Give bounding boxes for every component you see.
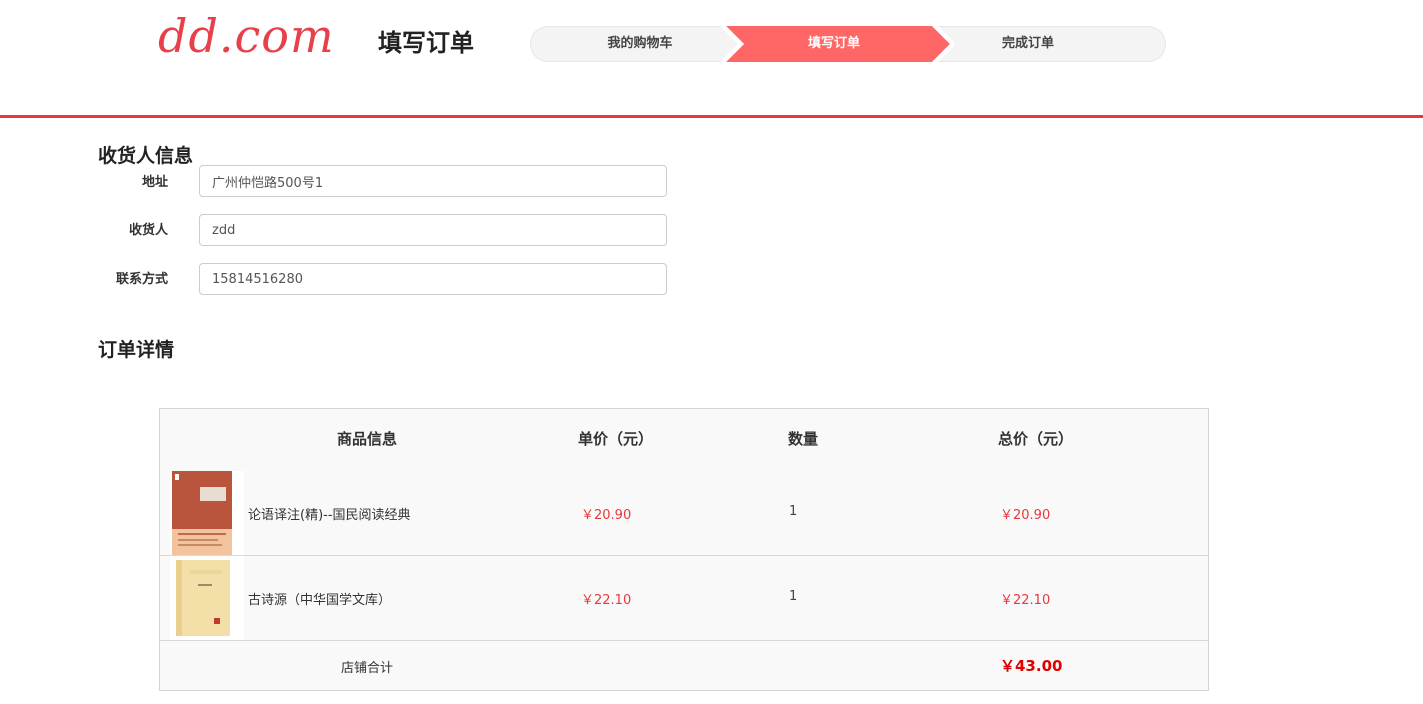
receiver-section-title: 收货人信息 — [98, 145, 194, 167]
quantity: 1 — [789, 589, 798, 604]
store-total-label: 店铺合计 — [341, 661, 394, 676]
book-cover-lunyu[interactable] — [170, 471, 244, 555]
step-complete: 完成订单 — [1001, 36, 1054, 51]
address-input[interactable] — [199, 165, 667, 197]
unit-price: ￥22.10 — [581, 593, 632, 608]
summary-divider — [160, 640, 1208, 641]
book-title[interactable]: 论语译注(精)--国民阅读经典 — [248, 504, 411, 523]
store-total-value: ￥43.00 — [1000, 657, 1063, 675]
quantity: 1 — [789, 504, 798, 519]
receiver-name-label: 收货人 — [128, 223, 168, 238]
header-divider — [0, 115, 1423, 118]
col-quantity: 数量 — [788, 430, 819, 448]
col-unit-price: 单价（元） — [578, 430, 654, 448]
unit-price: ￥20.90 — [581, 508, 632, 523]
col-total-price: 总价（元） — [998, 430, 1074, 448]
address-label: 地址 — [141, 175, 168, 190]
book-cover-icon — [172, 471, 232, 555]
contact-input[interactable] — [199, 263, 667, 295]
step-cart: 我的购物车 — [607, 36, 673, 51]
col-product-info: 商品信息 — [337, 430, 398, 448]
step-fill-order: 填写订单 — [807, 36, 860, 51]
book-cover-gushiyuan[interactable] — [170, 556, 244, 640]
book-title[interactable]: 古诗源（中华国学文库） — [248, 589, 391, 608]
order-table: 商品信息 单价（元） 数量 总价（元） 论语译注(精)--国民阅读经典 ￥20.… — [159, 408, 1209, 691]
site-logo[interactable]: dd.com — [158, 8, 335, 64]
page-title: 填写订单 — [378, 29, 474, 57]
order-section-title: 订单详情 — [98, 339, 175, 361]
row-total: ￥22.10 — [1000, 593, 1051, 608]
receiver-name-input[interactable] — [199, 214, 667, 246]
book-cover-icon — [176, 560, 230, 636]
table-row: 古诗源（中华国学文库） ￥22.10 1 ￥22.10 — [160, 555, 1208, 640]
contact-label: 联系方式 — [115, 272, 168, 287]
table-row: 论语译注(精)--国民阅读经典 ￥20.90 1 ￥20.90 — [160, 471, 1208, 555]
checkout-steps: 我的购物车 填写订单 完成订单 — [530, 26, 1166, 62]
row-total: ￥20.90 — [1000, 508, 1051, 523]
